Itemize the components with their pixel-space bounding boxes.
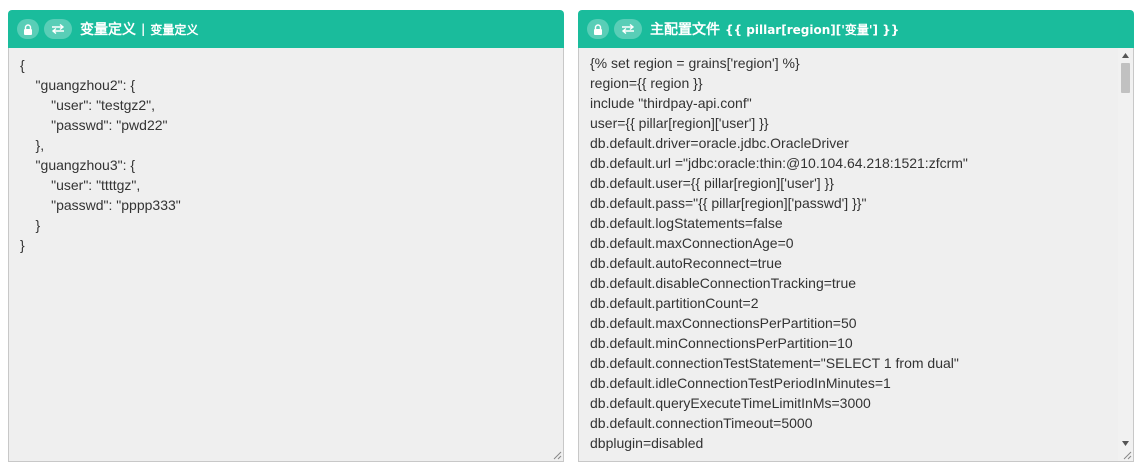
main-config-panel-header: 主配置文件 {{ pillar[region]['变量'] }} bbox=[578, 10, 1134, 48]
scroll-up-button[interactable] bbox=[1118, 48, 1133, 63]
variables-panel: 变量定义 | 变量定义 { "guangzhou2": { "user": "t… bbox=[8, 10, 564, 462]
resize-grip-icon[interactable] bbox=[1122, 450, 1132, 460]
lock-button[interactable] bbox=[587, 19, 609, 39]
variables-panel-subtitle: 变量定义 bbox=[150, 22, 199, 37]
arrow-up-icon bbox=[1122, 53, 1129, 58]
config-page: 变量定义 | 变量定义 { "guangzhou2": { "user": "t… bbox=[0, 0, 1141, 472]
variables-editor-text[interactable]: { "guangzhou2": { "user": "testgz2", "pa… bbox=[9, 48, 563, 255]
title-separator: | bbox=[141, 22, 146, 36]
variables-panel-header: 变量定义 | 变量定义 bbox=[8, 10, 564, 48]
variables-panel-title: 变量定义 bbox=[80, 22, 136, 38]
swap-button[interactable] bbox=[614, 19, 642, 39]
swap-button[interactable] bbox=[44, 19, 72, 39]
scroll-down-button[interactable] bbox=[1118, 436, 1133, 451]
main-config-editor[interactable]: {% set region = grains['region'] %} regi… bbox=[578, 48, 1134, 462]
main-config-panel-subtitle: {{ pillar[region]['变量'] }} bbox=[725, 22, 900, 37]
lock-icon bbox=[24, 23, 32, 35]
main-config-editor-text[interactable]: {% set region = grains['region'] %} regi… bbox=[579, 48, 1133, 453]
swap-icon bbox=[51, 24, 65, 34]
scrollbar-thumb[interactable] bbox=[1121, 63, 1130, 93]
editor-scrollbar[interactable] bbox=[1118, 48, 1133, 461]
arrow-down-icon bbox=[1122, 441, 1129, 446]
main-config-panel-title: 主配置文件 bbox=[650, 22, 720, 38]
lock-button[interactable] bbox=[17, 19, 39, 39]
main-config-panel: 主配置文件 {{ pillar[region]['变量'] }} {% set … bbox=[578, 10, 1134, 462]
lock-icon bbox=[594, 23, 602, 35]
resize-grip-icon[interactable] bbox=[552, 450, 562, 460]
variables-editor[interactable]: { "guangzhou2": { "user": "testgz2", "pa… bbox=[8, 48, 564, 462]
swap-icon bbox=[621, 24, 635, 34]
